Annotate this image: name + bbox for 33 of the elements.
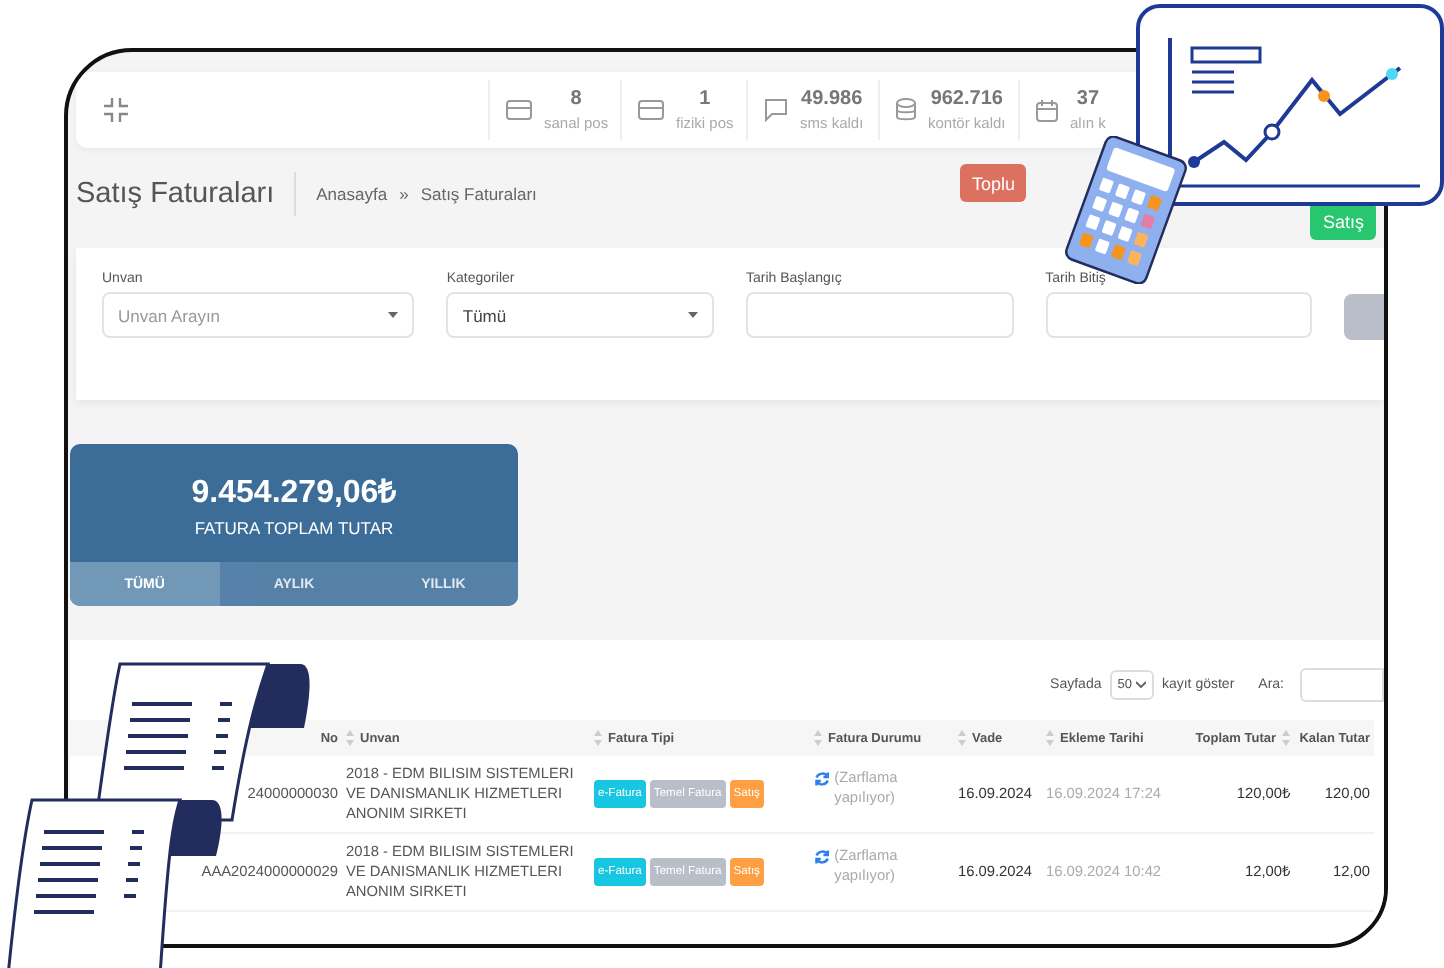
caret-icon [687, 312, 698, 318]
input-field[interactable] [745, 292, 1014, 338]
total-amount: 9.454.279,06₺ [189, 474, 399, 512]
sort-icon [1046, 730, 1054, 746]
page-title: Satış Faturaları [76, 172, 297, 216]
database-icon [896, 98, 916, 122]
sort-icon [958, 730, 966, 746]
calendar-icon [1036, 99, 1058, 121]
stat-value: 49.986 [801, 88, 863, 110]
search-field[interactable] [1300, 667, 1384, 701]
stat-value: 37 [1076, 88, 1100, 110]
breadcrumb-link[interactable]: Anasayfa [316, 184, 388, 204]
refresh-icon [814, 848, 831, 866]
select-field[interactable]: Tümü [446, 292, 714, 338]
card-icon [506, 100, 532, 120]
card-icon [638, 100, 664, 120]
chat-icon [764, 98, 788, 122]
input-field[interactable] [1045, 292, 1313, 338]
sort-icon [346, 730, 354, 746]
caret-icon [388, 312, 399, 318]
stat-value: 8 [570, 88, 582, 110]
breadcrumb-separator: » [399, 184, 409, 204]
sort-icon [594, 730, 602, 746]
total-label: FATURA TOPLAM TUTAR [192, 518, 396, 538]
sort-icon [814, 730, 822, 746]
caret-icon [1135, 680, 1146, 688]
refresh-icon [814, 770, 831, 788]
collapse-icon[interactable] [104, 98, 128, 122]
sort-icon [1282, 730, 1290, 746]
stat-value: 1 [699, 88, 711, 110]
filter-button[interactable] [1344, 294, 1384, 340]
stat-value: 962.716 [930, 88, 1003, 110]
breadcrumb-link[interactable]: Satış Faturaları [420, 184, 537, 204]
